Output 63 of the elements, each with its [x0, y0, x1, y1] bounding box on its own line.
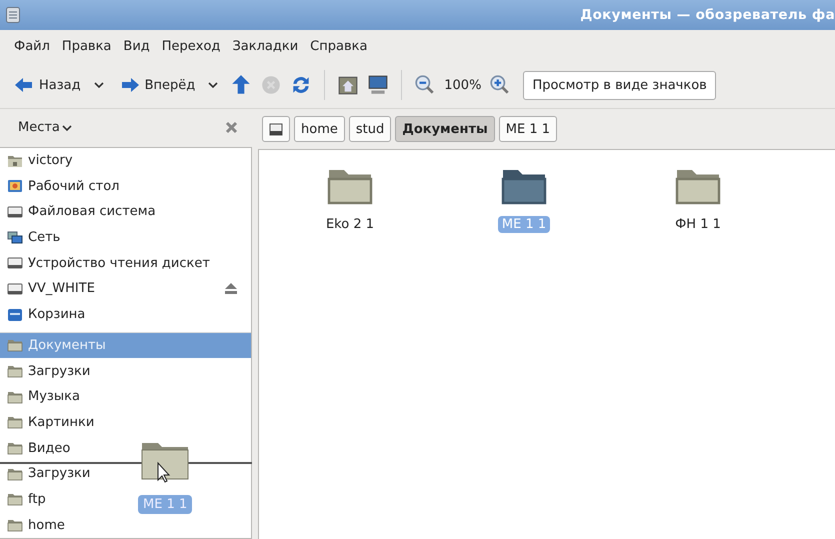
window-title: Документы — обозреватель фа [580, 7, 835, 23]
computer-icon[interactable] [367, 74, 390, 96]
view-mode-dropdown[interactable]: Просмотр в виде значков [523, 70, 716, 100]
path-button[interactable]: Документы [395, 116, 495, 142]
chevron-down-icon [62, 124, 72, 132]
file-name[interactable]: Eko 2 1 [322, 216, 378, 233]
folder-icon [7, 338, 23, 352]
sidebar-item[interactable]: Картинки [0, 410, 108, 436]
dragged-item-label: ME 1 1 [138, 495, 192, 514]
eject-icon[interactable] [225, 283, 237, 294]
sidebar-item[interactable]: Загрузки [0, 460, 104, 487]
sidebar-item[interactable]: home [0, 512, 79, 538]
sidebar-item[interactable]: victory [0, 148, 87, 174]
up-arrow-icon[interactable] [230, 74, 252, 96]
sidebar-item[interactable]: Устройство чтения дискет [0, 250, 224, 276]
file-name[interactable]: ФН 1 1 [671, 216, 725, 233]
menu-item[interactable]: Правка [56, 34, 118, 58]
sidebar-item[interactable]: Корзина [0, 302, 100, 328]
drive-icon [7, 282, 23, 296]
caret-icon [94, 81, 104, 89]
desktop-icon [7, 179, 23, 194]
forward-arrow-icon [120, 76, 140, 94]
drive-icon [7, 256, 23, 270]
close-icon[interactable] [225, 121, 238, 134]
folder-icon [7, 415, 23, 430]
sidebar-item[interactable]: ftp [0, 486, 60, 512]
drive-icon [269, 122, 283, 136]
menu-item[interactable]: Переход [156, 34, 226, 58]
zoom-out-icon[interactable] [414, 74, 436, 96]
places-dropdown[interactable]: Места [16, 118, 74, 138]
sidebar-item[interactable]: Файловая система [0, 199, 170, 225]
menu-item[interactable]: Вид [117, 34, 156, 58]
caret-icon [208, 81, 218, 89]
folder-icon [7, 518, 23, 532]
home-folder-icon[interactable] [337, 74, 360, 96]
folder-icon [7, 390, 23, 404]
zoom-in-icon[interactable] [489, 74, 512, 96]
path-root-button[interactable] [262, 116, 290, 142]
folder-icon [7, 441, 23, 456]
menu-item[interactable]: Закладки [226, 34, 304, 58]
sidebar-item[interactable]: Сеть [0, 224, 74, 250]
path-button[interactable]: ME 1 1 [498, 116, 558, 142]
forward-button[interactable]: Вперёд [116, 73, 222, 97]
window-menu-icon[interactable] [6, 7, 20, 23]
sidebar-item[interactable]: Загрузки [0, 358, 104, 384]
folder-icon [7, 492, 23, 506]
back-arrow-icon [14, 76, 34, 94]
path-button[interactable]: home [294, 116, 345, 142]
back-button[interactable]: Назад [10, 73, 108, 97]
sidebar-item[interactable]: Рабочий стол [0, 173, 134, 200]
sidebar-item[interactable]: VV_WHITE [0, 276, 251, 302]
trash-icon [7, 308, 23, 322]
home-folder-icon [7, 154, 23, 168]
folder-icon [7, 364, 23, 378]
folder-icon [7, 466, 23, 481]
menu-item[interactable]: Файл [8, 34, 56, 58]
drive-icon [7, 204, 23, 219]
path-button[interactable]: stud [348, 116, 392, 142]
sidebar-item[interactable]: Музыка [0, 384, 94, 410]
network-icon [7, 230, 23, 245]
zoom-level: 100% [444, 78, 482, 92]
sidebar-item[interactable]: Видео [0, 435, 84, 461]
menu-item[interactable]: Справка [304, 34, 374, 58]
